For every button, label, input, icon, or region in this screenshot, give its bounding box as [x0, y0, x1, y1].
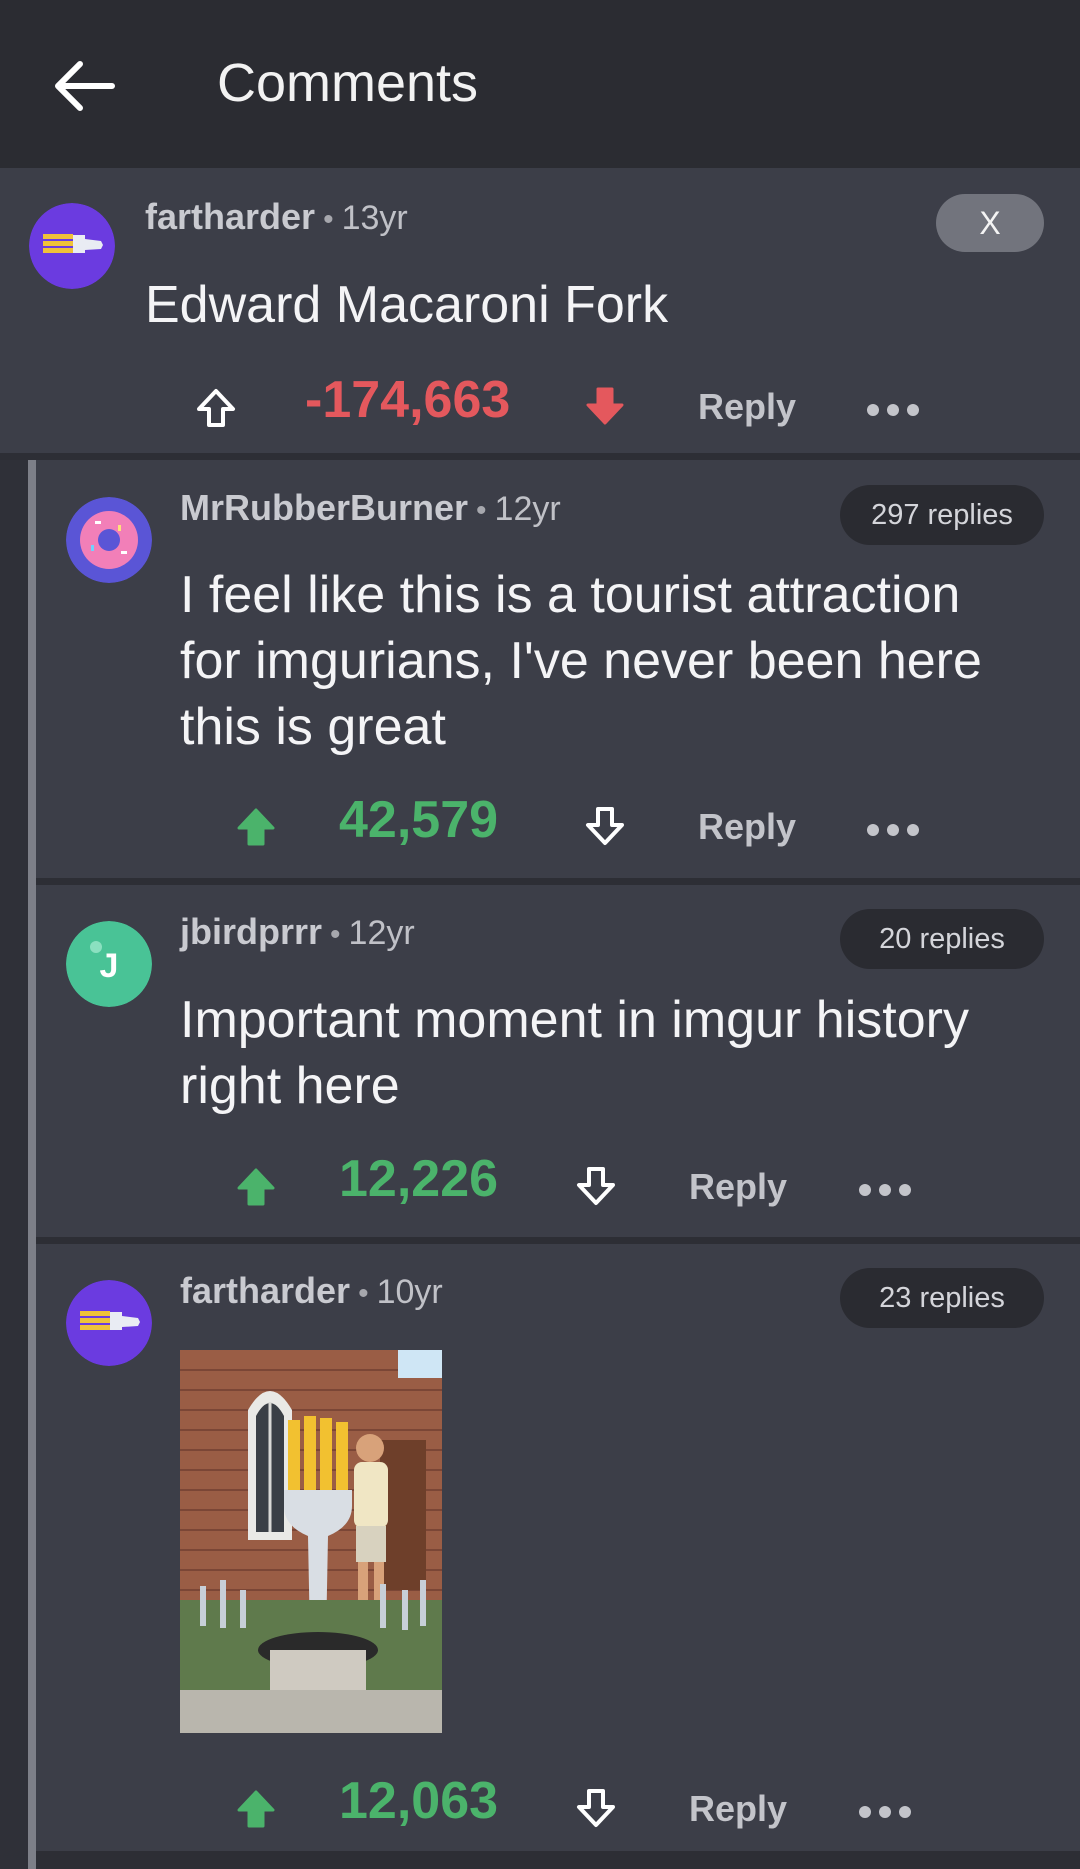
arrow-down-filled-icon: [586, 387, 624, 425]
comment-text-line: this is great: [180, 698, 446, 756]
more-options-button[interactable]: [857, 1180, 913, 1200]
more-dots-icon: [859, 1184, 911, 1196]
comment-text: I feel like this is a tourist attraction…: [180, 562, 982, 760]
username[interactable]: MrRubberBurner: [180, 487, 468, 528]
comment-meta: fartharder • 13yr: [145, 196, 408, 238]
upvote-button[interactable]: [233, 1786, 279, 1832]
arrow-down-outline-icon: [586, 807, 624, 845]
close-button[interactable]: X: [936, 194, 1044, 252]
username[interactable]: fartharder: [145, 196, 315, 237]
comment-actions: 12,226 Reply: [36, 1149, 1080, 1219]
reply-comment: MrRubberBurner • 12yr 297 replies I feel l…: [36, 460, 1080, 878]
meta-separator: •: [476, 494, 487, 527]
more-dots-icon: [867, 824, 919, 836]
meta-separator: •: [330, 918, 341, 951]
comment-meta: fartharder • 10yr: [180, 1270, 443, 1312]
more-options-button[interactable]: [865, 820, 921, 840]
fork-avatar[interactable]: [66, 1280, 152, 1366]
upvote-button[interactable]: [193, 385, 239, 431]
comment-age: 10yr: [376, 1273, 443, 1311]
comment-actions: 12,063 Reply: [36, 1771, 1080, 1841]
thread-gutter: [0, 460, 28, 1869]
comment-meta: MrRubberBurner • 12yr: [180, 487, 561, 529]
arrow-up-filled-icon: [237, 1168, 275, 1206]
comment-text-line: right here: [180, 1057, 400, 1115]
comment-text: Edward Macaroni Fork: [145, 276, 669, 334]
comment-meta: jbirdprrr • 12yr: [180, 911, 415, 953]
arrow-down-outline-icon: [577, 1167, 615, 1205]
arrow-up-filled-icon: [237, 1790, 275, 1828]
vote-score: 42,579: [339, 791, 499, 849]
divider: [36, 1851, 1080, 1869]
comment-actions: 42,579 Reply: [36, 790, 1080, 860]
replies-count-button[interactable]: 20 replies: [840, 909, 1044, 969]
comment-actions: -174,663 Reply: [0, 370, 1080, 440]
letter-avatar[interactable]: J: [66, 921, 152, 1007]
replies-count-button[interactable]: 23 replies: [840, 1268, 1044, 1328]
top-app-bar: Comments: [0, 0, 1080, 168]
downvote-button[interactable]: [573, 1785, 619, 1831]
comment-age: 12yr: [494, 490, 561, 528]
comment-text-line: for imgurians, I've never been here: [180, 632, 982, 690]
comment-text: Important moment in imgur history right …: [180, 987, 969, 1119]
more-dots-icon: [859, 1806, 911, 1818]
comment-age: 12yr: [348, 914, 415, 952]
thread-line[interactable]: [28, 460, 36, 1869]
upvote-button[interactable]: [233, 1164, 279, 1210]
downvote-button[interactable]: [573, 1163, 619, 1209]
macaroni-fork-photo: [180, 1350, 442, 1733]
vote-score: 12,063: [339, 1772, 499, 1830]
back-button[interactable]: [48, 56, 120, 116]
page-title: Comments: [217, 53, 479, 113]
comment-image[interactable]: [180, 1350, 442, 1733]
vote-score: 12,226: [339, 1150, 499, 1208]
username[interactable]: fartharder: [180, 1270, 350, 1311]
reply-button[interactable]: Reply: [689, 1166, 787, 1208]
more-dots-icon: [867, 404, 919, 416]
downvote-button[interactable]: [582, 803, 628, 849]
arrow-left-icon: [55, 61, 115, 111]
avatar-letter: J: [100, 947, 119, 985]
comment-text-line: Important moment in imgur history: [180, 991, 969, 1049]
reply-button[interactable]: Reply: [689, 1788, 787, 1830]
arrow-up-outline-icon: [197, 389, 235, 427]
reply-button[interactable]: Reply: [698, 806, 796, 848]
donut-icon: [66, 497, 152, 583]
divider: [36, 878, 1080, 885]
more-options-button[interactable]: [865, 400, 921, 420]
fork-avatar[interactable]: [29, 203, 115, 289]
fork-icon: [66, 1280, 152, 1366]
donut-avatar[interactable]: [66, 497, 152, 583]
comment-age: 13yr: [341, 199, 408, 237]
meta-separator: •: [358, 1277, 369, 1310]
arrow-up-filled-icon: [237, 808, 275, 846]
arrow-down-outline-icon: [577, 1789, 615, 1827]
divider: [0, 453, 1080, 460]
vote-score: -174,663: [305, 371, 511, 429]
fork-icon: [29, 203, 115, 289]
more-options-button[interactable]: [857, 1802, 913, 1822]
upvote-button[interactable]: [233, 804, 279, 850]
reply-comment: J jbirdprrr • 12yr 20 replies Important mo…: [36, 885, 1080, 1237]
username[interactable]: jbirdprrr: [180, 911, 322, 952]
letter-j-icon: J: [66, 921, 152, 1007]
comment-text-line: I feel like this is a tourist attraction: [180, 566, 961, 624]
divider: [36, 1237, 1080, 1244]
reply-button[interactable]: Reply: [698, 386, 796, 428]
meta-separator: •: [323, 203, 334, 236]
replies-count-button[interactable]: 297 replies: [840, 485, 1044, 545]
downvote-button[interactable]: [582, 383, 628, 429]
